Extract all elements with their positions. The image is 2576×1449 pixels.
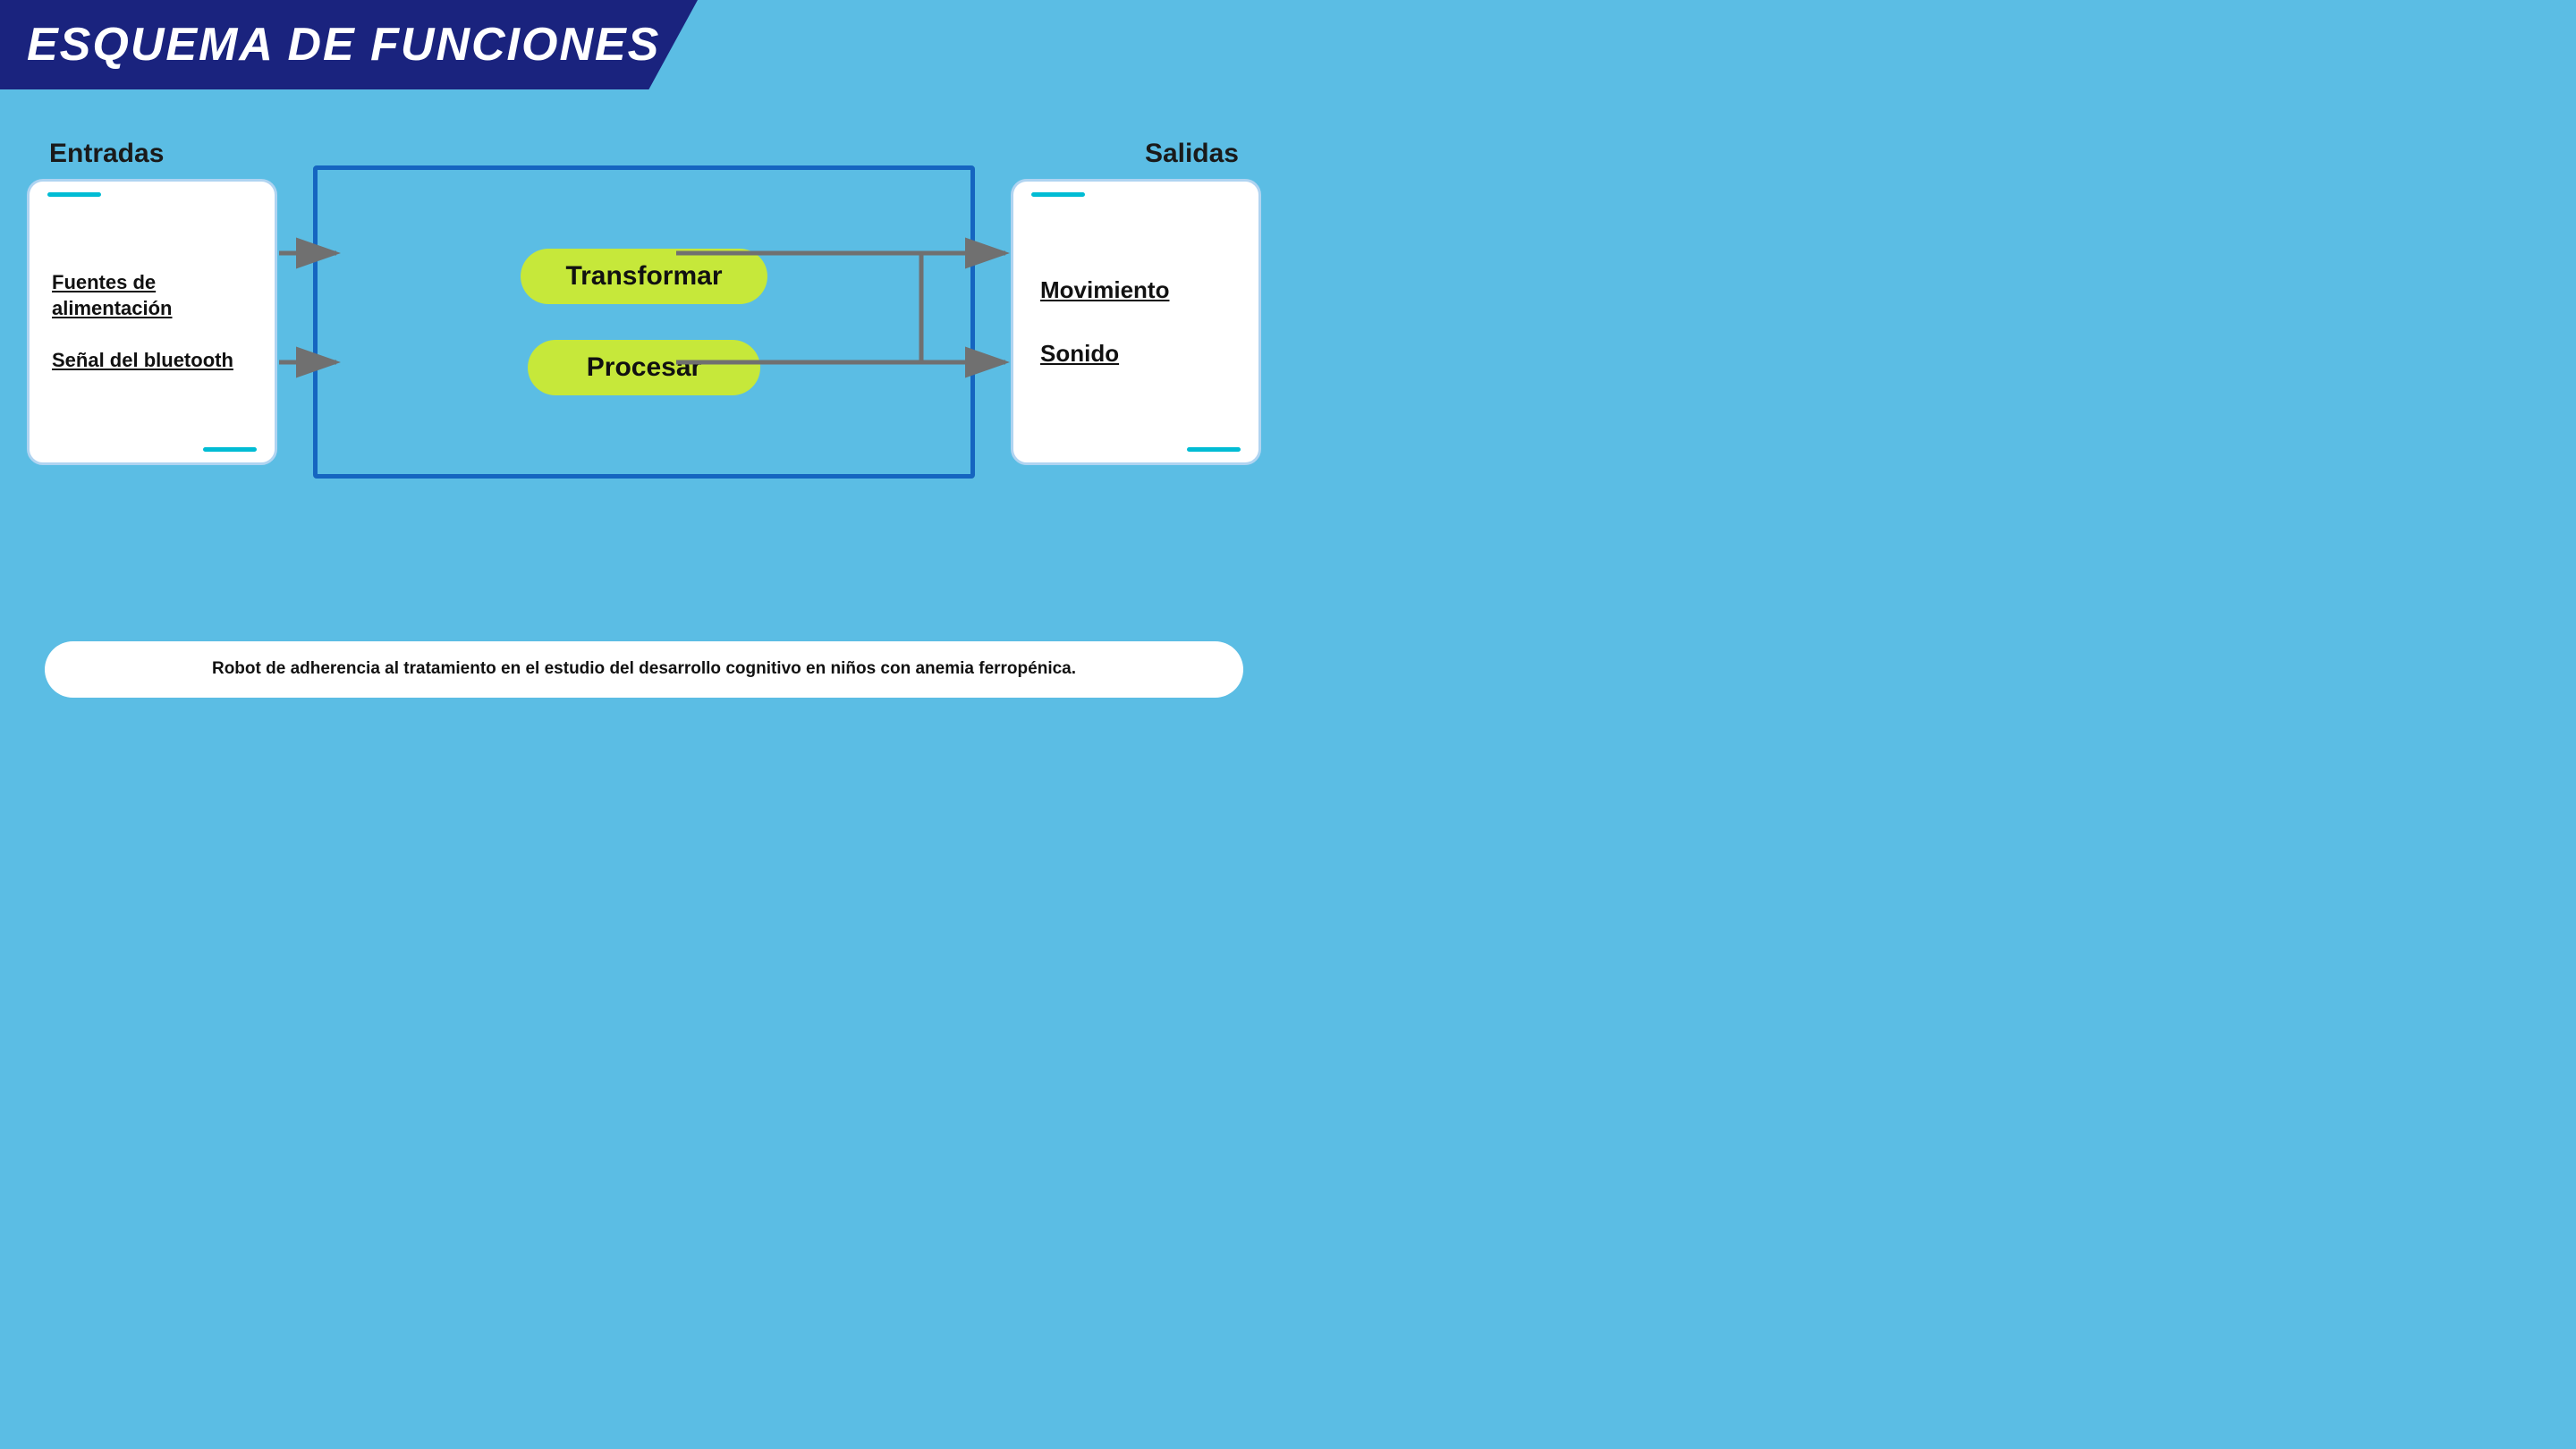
output-item-2: Sonido bbox=[1040, 340, 1119, 368]
bottom-caption: Robot de adherencia al tratamiento en el… bbox=[45, 641, 1243, 698]
inputs-box: Fuentes de alimentación Señal del blueto… bbox=[27, 179, 277, 465]
entradas-label: Entradas bbox=[49, 139, 164, 169]
input-item-2: Señal del bluetooth bbox=[52, 348, 233, 374]
header-banner: ESQUEMA DE FUNCIONES bbox=[0, 0, 698, 89]
function-pill-2: Procesar bbox=[528, 340, 760, 395]
page-title: ESQUEMA DE FUNCIONES bbox=[27, 18, 660, 72]
input-item-1: Fuentes de alimentación bbox=[52, 270, 252, 321]
function-pill-1: Transformar bbox=[521, 249, 767, 304]
process-box: Transformar Procesar bbox=[313, 165, 975, 479]
output-item-1: Movimiento bbox=[1040, 276, 1169, 304]
outputs-box: Movimiento Sonido bbox=[1011, 179, 1261, 465]
salidas-label: Salidas bbox=[1145, 139, 1239, 169]
process-inner: Transformar Procesar bbox=[318, 170, 970, 474]
